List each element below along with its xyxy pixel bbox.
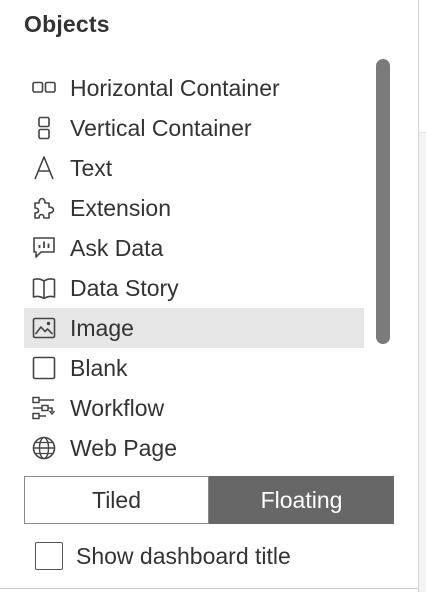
panel-divider bbox=[418, 0, 426, 592]
objects-panel: Objects Horizontal Container Vertical Co… bbox=[0, 0, 426, 592]
panel-title: Objects bbox=[24, 11, 110, 37]
extension-puzzle-icon bbox=[31, 195, 57, 221]
object-item-workflow[interactable]: Workflow bbox=[24, 388, 364, 428]
image-icon bbox=[31, 315, 57, 341]
object-item-label: Vertical Container bbox=[70, 114, 252, 141]
object-item-text[interactable]: Text bbox=[24, 148, 364, 188]
vertical-container-icon bbox=[31, 115, 57, 141]
object-item-extension[interactable]: Extension bbox=[24, 188, 364, 228]
object-item-ask-data[interactable]: Ask Data bbox=[24, 228, 364, 268]
blank-icon bbox=[31, 355, 57, 381]
object-item-label: Text bbox=[70, 154, 113, 181]
show-dashboard-title-label: Show dashboard title bbox=[76, 542, 291, 569]
floating-button[interactable]: Floating bbox=[209, 476, 394, 524]
object-item-label: Image bbox=[70, 314, 134, 341]
object-item-label: Workflow bbox=[70, 394, 165, 421]
show-dashboard-title-option[interactable]: Show dashboard title bbox=[35, 540, 291, 572]
object-item-web-page[interactable]: Web Page bbox=[24, 428, 364, 468]
object-item-blank[interactable]: Blank bbox=[24, 348, 364, 388]
object-item-label: Data Story bbox=[70, 274, 179, 301]
workflow-icon bbox=[31, 395, 57, 421]
panel-divider-upper bbox=[419, 0, 426, 133]
object-item-label: Web Page bbox=[70, 434, 177, 461]
data-story-book-icon bbox=[31, 275, 57, 301]
object-item-horizontal-container[interactable]: Horizontal Container bbox=[24, 68, 364, 108]
show-dashboard-title-checkbox[interactable] bbox=[35, 542, 63, 570]
horizontal-container-icon bbox=[31, 75, 57, 101]
objects-list: Horizontal Container Vertical Container … bbox=[24, 68, 364, 468]
text-icon bbox=[31, 155, 57, 181]
tiled-button[interactable]: Tiled bbox=[24, 476, 209, 524]
objects-list-scrollbar[interactable] bbox=[376, 59, 390, 344]
ask-data-icon bbox=[31, 235, 57, 261]
object-item-data-story[interactable]: Data Story bbox=[24, 268, 364, 308]
object-item-label: Horizontal Container bbox=[70, 74, 280, 101]
object-item-label: Extension bbox=[70, 194, 172, 221]
object-item-label: Blank bbox=[70, 354, 128, 381]
object-item-label: Ask Data bbox=[70, 234, 164, 261]
layout-mode-toggle: Tiled Floating bbox=[24, 476, 394, 524]
panel-bottom-border bbox=[0, 588, 418, 592]
object-item-vertical-container[interactable]: Vertical Container bbox=[24, 108, 364, 148]
web-page-globe-icon bbox=[31, 435, 57, 461]
object-item-image[interactable]: Image bbox=[24, 308, 364, 348]
